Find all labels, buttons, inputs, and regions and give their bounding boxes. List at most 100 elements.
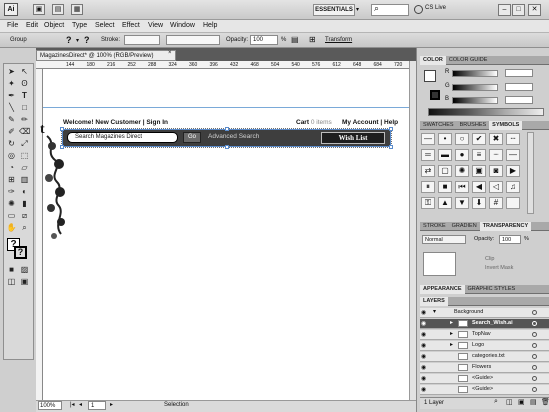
line-tool-icon[interactable]: ╲ (6, 102, 17, 113)
vertical-scrollbar[interactable] (409, 61, 416, 400)
bounding-handle[interactable] (225, 127, 229, 131)
target-icon[interactable] (532, 321, 537, 326)
target-icon[interactable] (532, 354, 537, 359)
menu-window[interactable]: Window (170, 22, 195, 29)
menu-view[interactable]: View (148, 22, 163, 29)
transparency-opacity-input[interactable]: 100 (499, 235, 521, 244)
artboard-number-field[interactable]: 1 (88, 401, 106, 410)
layer-row[interactable]: ◉ <Guide> (420, 374, 549, 384)
color-spectrum[interactable] (428, 108, 544, 116)
symbol-hash-icon[interactable]: # (489, 197, 503, 209)
eye-icon[interactable]: ◉ (421, 353, 429, 361)
color-mode-icon[interactable]: ■ (6, 264, 17, 275)
tab-gradient[interactable]: GRADIEN (449, 222, 480, 231)
align-icon[interactable]: ▤ (291, 35, 299, 44)
direct-selection-tool-icon[interactable]: ↖ (19, 66, 30, 77)
symbol-divider-icon[interactable]: ═ (421, 149, 435, 161)
symbol-rewind-icon[interactable]: ⏮ (455, 181, 469, 193)
document-tab[interactable]: MagazinesDirect* @ 100% (RGB/Preview) (36, 50, 176, 61)
symbol-sprayer-tool-icon[interactable]: ✺ (6, 198, 17, 209)
tab-layers[interactable]: LAYERS (420, 297, 448, 306)
minimize-button[interactable]: – (498, 4, 511, 16)
tab-brushes[interactable]: BRUSHES (457, 121, 490, 130)
locate-object-icon[interactable]: ⌕ (494, 398, 498, 406)
menu-type[interactable]: Type (72, 22, 87, 29)
cart-link[interactable]: Cart 0 items (296, 119, 332, 126)
hand-tool-icon[interactable]: ✋ (6, 222, 17, 233)
bounding-handle[interactable] (225, 145, 229, 149)
zoom-tool-icon[interactable]: ⌕ (19, 222, 30, 233)
target-icon[interactable] (532, 376, 537, 381)
rotate-tool-icon[interactable]: ↻ (6, 138, 17, 149)
layer-row[interactable]: ◉ ▾ Background (420, 308, 549, 318)
lock-toggle[interactable]: ▾ (433, 308, 436, 317)
next-artboard-icon[interactable]: ▸ (110, 401, 113, 408)
expand-icon[interactable]: ▸ (450, 341, 453, 350)
symbol-empty-icon[interactable] (506, 197, 520, 209)
layer-row[interactable]: ◉ <Guide> (420, 385, 549, 395)
new-sublayer-icon[interactable]: ▣ (518, 398, 525, 406)
symbol-bar-icon[interactable]: ┈ (489, 149, 503, 161)
symbol-play-icon[interactable]: ▶ (506, 165, 520, 177)
red-value-field[interactable] (505, 69, 533, 77)
blend-mode-dropdown[interactable]: Normal (422, 235, 466, 244)
symbol-music-icon[interactable]: ♫ (506, 181, 520, 193)
layer-row[interactable]: ◉ categories.txt (420, 352, 549, 362)
arrange-documents-icon[interactable]: ▤ (52, 4, 64, 15)
menu-help[interactable]: Help (203, 22, 217, 29)
welcome-links[interactable]: Welcome! New Customer | Sign In (63, 119, 168, 126)
bounding-handle[interactable] (60, 127, 64, 131)
draw-mode-icon[interactable]: ◫ (6, 276, 17, 287)
blend-tool-icon[interactable]: ◐ (19, 186, 30, 197)
target-icon[interactable] (532, 387, 537, 392)
cs-live-button[interactable]: CS Live (425, 5, 446, 11)
target-icon[interactable] (532, 310, 537, 315)
symbol-volume-icon[interactable]: ◀ (472, 181, 486, 193)
eraser-tool-icon[interactable]: ⌫ (19, 126, 30, 137)
blue-value-field[interactable] (505, 96, 533, 104)
close-button[interactable]: ✕ (528, 4, 541, 16)
bounding-handle[interactable] (389, 145, 393, 149)
delete-layer-icon[interactable]: 🗑 (541, 398, 549, 406)
symbol-spinner-icon[interactable]: ✺ (455, 165, 469, 177)
symbol-rule-icon[interactable]: ― (506, 149, 520, 161)
symbol-dash-icon[interactable]: ┄ (506, 133, 520, 145)
tab-color[interactable]: COLOR (420, 56, 446, 65)
tab-graphic-styles[interactable]: GRAPHIC STYLES (465, 285, 519, 294)
eye-icon[interactable]: ◉ (421, 364, 429, 372)
make-clipping-mask-icon[interactable]: ◫ (506, 398, 513, 406)
artboard-tool-icon[interactable]: ▭ (6, 210, 17, 221)
screen-mode-toggle-icon[interactable]: ▣ (19, 276, 30, 287)
target-icon[interactable] (532, 343, 537, 348)
fill-color-swatch[interactable] (424, 70, 436, 82)
type-tool-icon[interactable]: T (19, 90, 30, 101)
mesh-tool-icon[interactable]: ⊞ (6, 174, 17, 185)
cs-live-icon[interactable] (414, 5, 423, 14)
layer-row[interactable]: ◉ ▸ Search_Wish.ai (420, 319, 549, 329)
symbol-dot-large-icon[interactable]: ● (455, 149, 469, 161)
symbol-arrow-icon[interactable]: ⬇ (472, 197, 486, 209)
tab-transparency[interactable]: TRANSPARENCY (479, 222, 532, 231)
pen-tool-icon[interactable]: ✒ (6, 90, 17, 101)
bounding-handle[interactable] (389, 127, 393, 131)
clip-checkbox[interactable]: Clip (485, 256, 494, 262)
symbol-minus-icon[interactable]: ▬ (438, 149, 452, 161)
rectangle-tool-icon[interactable]: □ (19, 102, 30, 113)
slice-tool-icon[interactable]: ⧄ (19, 210, 30, 221)
tab-appearance[interactable]: APPEARANCE (420, 285, 465, 294)
first-artboard-icon[interactable]: |◂ (70, 401, 75, 408)
symbol-down-icon[interactable]: ▼ (455, 197, 469, 209)
scale-tool-icon[interactable]: ⤢ (19, 138, 30, 149)
menu-effect[interactable]: Effect (122, 22, 140, 29)
eye-icon[interactable]: ◉ (421, 331, 429, 339)
fill-help-icon[interactable]: ? (66, 35, 72, 45)
perspective-grid-tool-icon[interactable]: ▱ (19, 162, 30, 173)
expand-icon[interactable]: ▸ (450, 319, 453, 328)
column-graph-tool-icon[interactable]: ▮ (19, 198, 30, 209)
new-layer-icon[interactable]: ▤ (530, 398, 537, 406)
selection-tool-icon[interactable]: ➤ (6, 66, 17, 77)
symbol-dot-icon[interactable]: • (438, 133, 452, 145)
symbol-key-icon[interactable]: ⚿ (421, 197, 435, 209)
menu-edit[interactable]: Edit (26, 22, 38, 29)
symbol-box-icon[interactable]: ▢ (438, 165, 452, 177)
